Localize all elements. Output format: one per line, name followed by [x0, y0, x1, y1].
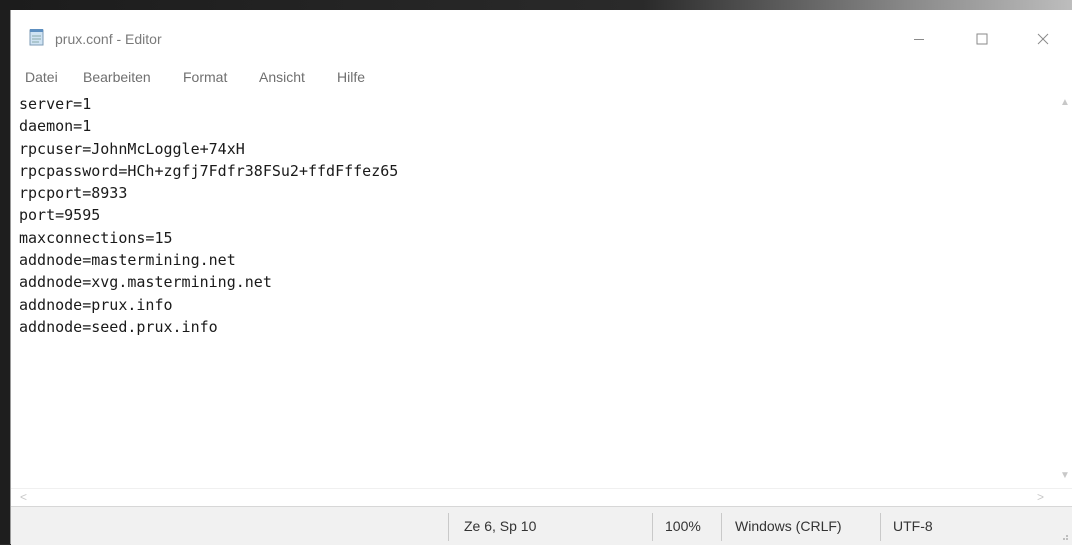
- notepad-window: prux.conf - Editor Datei Bearbeiten Form…: [10, 10, 1072, 545]
- desktop-background: [0, 0, 1072, 10]
- resize-grip-icon[interactable]: [1059, 531, 1069, 541]
- maximize-icon: [976, 33, 988, 45]
- menu-bearbeiten[interactable]: Bearbeiten: [83, 69, 151, 85]
- status-separator: [448, 513, 449, 541]
- menu-format[interactable]: Format: [183, 69, 227, 85]
- text-line: server=1: [19, 95, 92, 113]
- scroll-down-icon[interactable]: ▼: [1060, 470, 1070, 481]
- cursor-position: Ze 6, Sp 10: [464, 518, 537, 534]
- title-bar[interactable]: prux.conf - Editor: [11, 10, 1072, 66]
- desktop-background-left: [0, 10, 10, 544]
- vertical-scrollbar[interactable]: ▲ ▼: [1056, 90, 1072, 488]
- notepad-icon: [29, 29, 44, 46]
- scroll-right-icon[interactable]: >: [1037, 490, 1044, 504]
- text-line: maxconnections=15: [19, 228, 173, 247]
- text-line: daemon=1: [19, 117, 92, 136]
- status-separator: [721, 513, 722, 541]
- menu-hilfe[interactable]: Hilfe: [337, 69, 365, 85]
- text-line: addnode=mastermining.net: [19, 251, 236, 270]
- zoom-level: 100%: [665, 518, 701, 534]
- menu-datei[interactable]: Datei: [25, 69, 58, 85]
- text-line: addnode=xvg.mastermining.net: [19, 273, 272, 292]
- line-ending: Windows (CRLF): [735, 518, 842, 534]
- status-separator: [880, 513, 881, 541]
- scroll-up-icon[interactable]: ▲: [1060, 97, 1070, 108]
- minimize-button[interactable]: [893, 22, 945, 56]
- maximize-button[interactable]: [956, 22, 1008, 56]
- text-line: rpcuser=JohnMcLoggle+74xH: [19, 139, 245, 158]
- text-line: addnode=seed.prux.info: [19, 317, 218, 336]
- minimize-icon: [914, 39, 924, 40]
- text-line: rpcpassword=HCh+zgfj7Fdfr38FSu2+ffdFffez…: [19, 161, 399, 180]
- encoding: UTF-8: [893, 518, 933, 534]
- close-icon: [1037, 33, 1049, 45]
- close-button[interactable]: [1017, 22, 1069, 56]
- menu-ansicht[interactable]: Ansicht: [259, 69, 305, 85]
- text-line: rpcport=8933: [19, 184, 128, 203]
- horizontal-scrollbar[interactable]: < >: [11, 488, 1072, 507]
- status-separator: [652, 513, 653, 541]
- text-content: server=1 daemon=1 rpcuser=JohnMcLoggle+7…: [19, 93, 398, 338]
- scroll-left-icon[interactable]: <: [20, 490, 27, 504]
- menu-bar: Datei Bearbeiten Format Ansicht Hilfe: [11, 66, 1072, 90]
- status-bar: Ze 6, Sp 10 100% Windows (CRLF) UTF-8: [11, 506, 1072, 545]
- window-title: prux.conf - Editor: [55, 31, 162, 47]
- text-line: port=9595: [19, 206, 101, 225]
- text-line: addnode=prux.info: [19, 295, 173, 314]
- text-editor-area[interactable]: server=1 daemon=1 rpcuser=JohnMcLoggle+7…: [11, 90, 1056, 488]
